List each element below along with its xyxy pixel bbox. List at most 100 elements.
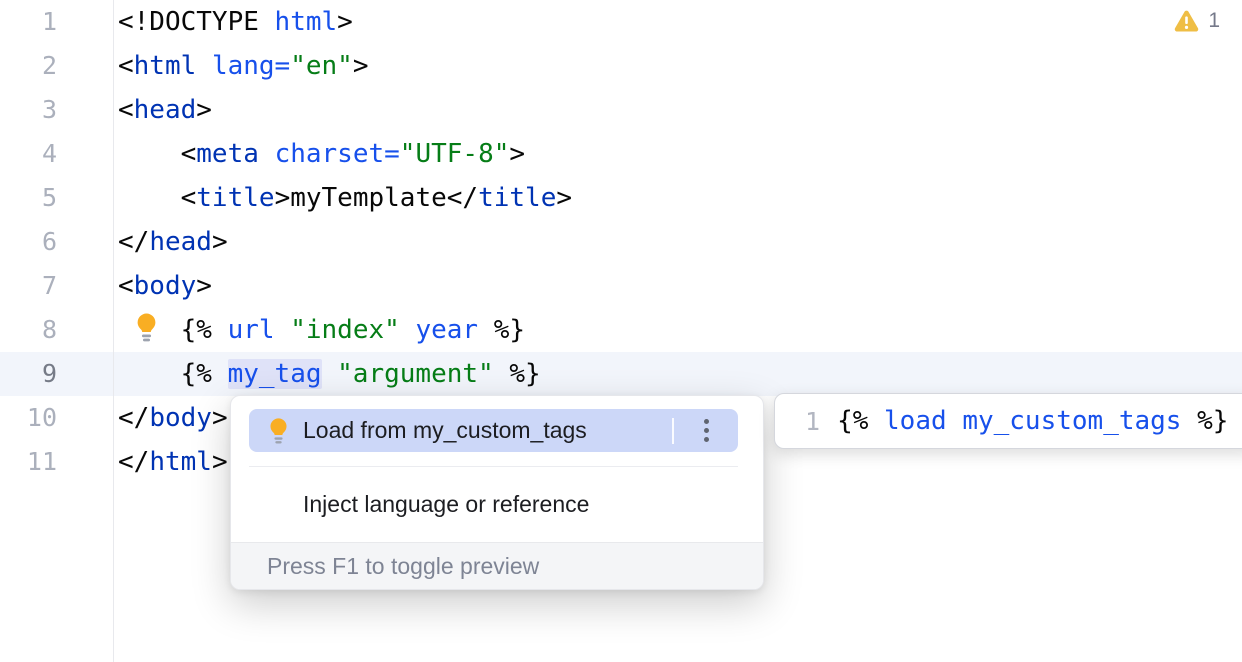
intention-bulb-icon[interactable] [135, 312, 158, 343]
code-segment: {% [837, 406, 884, 436]
code-line-2[interactable]: 2 <html lang="en"> [0, 44, 1242, 88]
code-segment: > [556, 183, 572, 213]
code-text: <!DOCTYPE html> [118, 0, 353, 44]
code-segment: html [149, 447, 212, 477]
code-text: </head> [118, 220, 228, 264]
line-number: 7 [0, 264, 57, 308]
preview-line-number: 1 [805, 407, 820, 436]
code-segment: %} [478, 315, 525, 345]
code-segment: title [478, 183, 556, 213]
code-segment: body [134, 271, 197, 301]
more-options-icon[interactable] [674, 409, 738, 452]
code-text: <body> [118, 264, 212, 308]
code-text: <head> [118, 88, 212, 132]
code-line-3[interactable]: 3 <head> [0, 88, 1242, 132]
code-segment: body [149, 403, 212, 433]
code-segment: title [196, 183, 274, 213]
code-line-8[interactable]: 8 {% url "index" year %} [0, 308, 1242, 352]
code-segment: "index" [290, 315, 400, 345]
code-line-5[interactable]: 5 <title>myTemplate</title> [0, 176, 1242, 220]
popup-item-label: Load from my_custom_tags [303, 417, 672, 444]
code-segment: "UTF-8" [400, 139, 510, 169]
code-segment: > [212, 447, 228, 477]
code-line-9[interactable]: 9 {% my_tag "argument" %} [0, 352, 1242, 396]
code-segment: {% [118, 359, 228, 389]
preview-code: {% load my_custom_tags %} [837, 406, 1228, 436]
code-segment: > [196, 95, 212, 125]
code-segment [259, 139, 275, 169]
popup-item-inject-language[interactable]: Inject language or reference [231, 467, 763, 542]
code-line-4[interactable]: 4 <meta charset="UTF-8"> [0, 132, 1242, 176]
code-segment: > [196, 271, 212, 301]
code-segment: > [275, 183, 291, 213]
code-segment: charset= [275, 139, 400, 169]
code-segment: </ [118, 227, 149, 257]
code-text: {% my_tag "argument" %} [118, 352, 541, 396]
code-line-7[interactable]: 7 <body> [0, 264, 1242, 308]
popup-item-label: Inject language or reference [303, 491, 589, 518]
code-segment: </ [118, 403, 149, 433]
intention-popup: Load from my_custom_tags Inject language… [230, 395, 764, 590]
code-segment: > [337, 7, 353, 37]
code-segment: html [134, 51, 197, 81]
code-segment: </ [447, 183, 478, 213]
code-segment: my_tag [228, 359, 322, 389]
line-number: 11 [0, 440, 57, 484]
code-text: <meta charset="UTF-8"> [118, 132, 525, 176]
code-segment: %} [1181, 406, 1228, 436]
code-segment: year [415, 315, 478, 345]
inspections-widget[interactable]: 1 [1174, 9, 1220, 33]
line-number: 6 [0, 220, 57, 264]
popup-footer: Press F1 to toggle preview [231, 542, 763, 590]
code-segment: myTemplate [290, 183, 447, 213]
code-segment: < [118, 183, 196, 213]
code-line-6[interactable]: 6 </head> [0, 220, 1242, 264]
code-segment: > [509, 139, 525, 169]
code-segment: </ [118, 447, 149, 477]
footer-hint: Press F1 to toggle preview [267, 553, 539, 580]
code-segment: head [134, 95, 197, 125]
code-text: {% url "index" year %} [118, 308, 525, 352]
intention-preview-panel: 1 {% load my_custom_tags %} [774, 393, 1242, 449]
line-number: 9 [0, 352, 57, 396]
code-text: </body> [118, 396, 228, 440]
line-number: 3 [0, 88, 57, 132]
code-segment: meta [196, 139, 259, 169]
gutter-separator [113, 0, 114, 662]
code-segment: > [353, 51, 369, 81]
code-text: <title>myTemplate</title> [118, 176, 572, 220]
code-segment: load [884, 406, 947, 436]
code-segment: > [212, 227, 228, 257]
code-segment: < [118, 51, 134, 81]
lightbulb-icon [268, 417, 289, 445]
line-number: 2 [0, 44, 57, 88]
line-number: 10 [0, 396, 57, 440]
code-segment [947, 406, 963, 436]
code-segment: head [149, 227, 212, 257]
line-number: 4 [0, 132, 57, 176]
code-segment: > [212, 403, 228, 433]
code-line-1[interactable]: 1 <!DOCTYPE html> [0, 0, 1242, 44]
code-segment: "en" [290, 51, 353, 81]
line-number: 5 [0, 176, 57, 220]
code-text: <html lang="en"> [118, 44, 369, 88]
code-segment: "argument" [337, 359, 494, 389]
code-segment: lang= [212, 51, 290, 81]
line-number: 8 [0, 308, 57, 352]
popup-item-load-from-my-custom-tags[interactable]: Load from my_custom_tags [249, 409, 738, 452]
warning-triangle-icon [1174, 10, 1199, 32]
code-segment: <!DOCTYPE [118, 7, 275, 37]
code-segment: html [275, 7, 338, 37]
code-text: </html> [118, 440, 228, 484]
code-segment: < [118, 139, 196, 169]
code-segment: %} [494, 359, 541, 389]
code-segment: my_custom_tags [962, 406, 1181, 436]
code-segment [400, 315, 416, 345]
code-segment [275, 315, 291, 345]
code-segment: < [118, 95, 134, 125]
warning-count: 1 [1208, 9, 1220, 33]
code-segment: url [228, 315, 275, 345]
code-segment [322, 359, 338, 389]
code-segment [196, 51, 212, 81]
line-number: 1 [0, 0, 57, 44]
